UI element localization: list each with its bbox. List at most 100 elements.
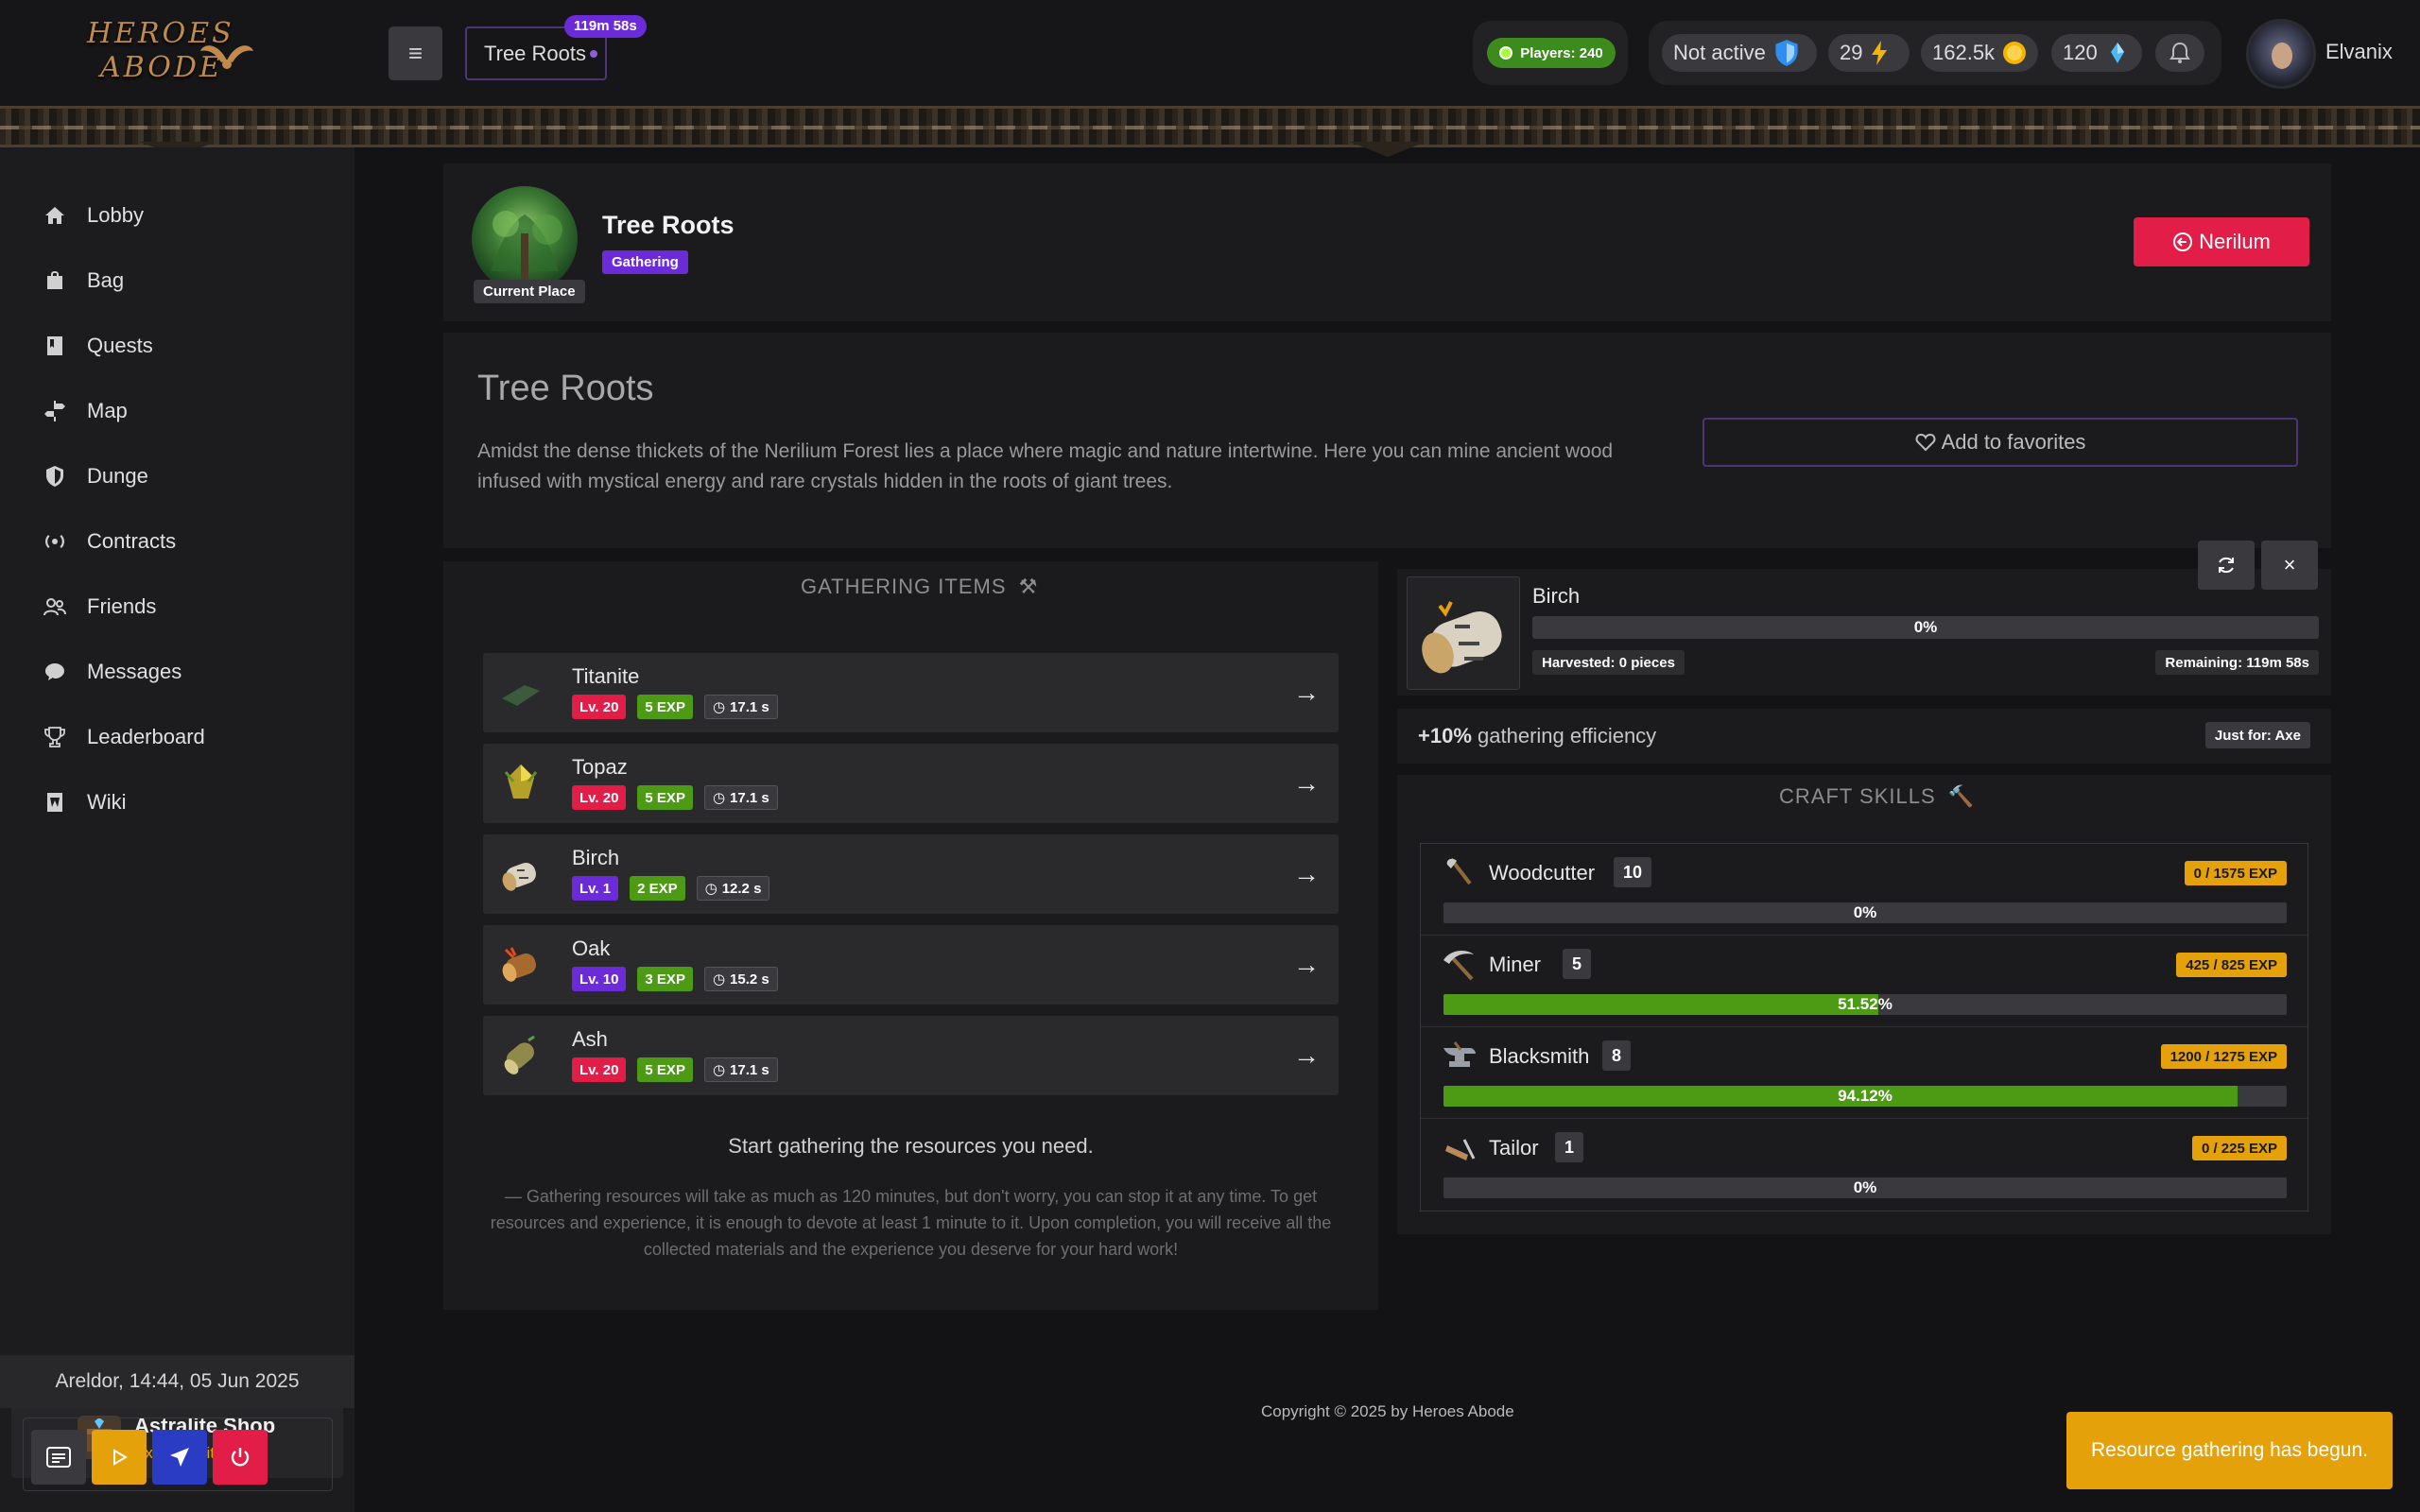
time-badge: ◷ 15.2 s xyxy=(703,967,778,991)
skill-exp: 0 / 225 EXP xyxy=(2191,1136,2287,1160)
level-badge: Lv. 20 xyxy=(572,1057,627,1082)
menu-toggle-button[interactable]: ≡ xyxy=(389,26,442,80)
sidebar-item-label: Friends xyxy=(87,594,157,618)
crystal-chip[interactable]: 120 xyxy=(2051,34,2142,72)
arrow-right-icon: → xyxy=(1293,950,1320,979)
sidebar-item-contracts[interactable]: Contracts xyxy=(43,523,176,560)
arrow-right-icon: → xyxy=(1293,1040,1320,1070)
notifications-button[interactable] xyxy=(2155,34,2204,72)
exp-badge: 5 EXP xyxy=(637,1057,693,1082)
gather-item-topaz[interactable]: Topaz Lv. 20 5 EXP ◷ 17.1 s → xyxy=(483,744,1339,823)
current-gather-card: Birch 0% Harvested: 0 pieces Remaining: … xyxy=(1397,569,2331,696)
bag-icon xyxy=(47,271,62,289)
arrow-right-icon: → xyxy=(1293,859,1320,888)
play-button[interactable] xyxy=(92,1430,147,1485)
sidebar-item-label: Quests xyxy=(87,334,153,357)
status-text: Not active xyxy=(1673,41,1766,64)
exp-badge: 5 EXP xyxy=(637,785,693,810)
sidebar-item-bag[interactable]: Bag xyxy=(43,262,124,300)
current-place-label: Current Place xyxy=(474,280,585,303)
decorative-border xyxy=(0,106,2420,147)
username[interactable]: Elvanix xyxy=(2325,40,2393,64)
skill-exp: 425 / 825 EXP xyxy=(2176,953,2287,977)
skill-progress-bar: 0% xyxy=(1443,902,2287,923)
time-value: 17.1 s xyxy=(730,789,769,806)
toast-notification[interactable]: Resource gathering has begun. xyxy=(2066,1412,2393,1489)
sidebar-item-label: Messages xyxy=(87,660,182,683)
gather-item-birch[interactable]: Birch Lv. 1 2 EXP ◷ 12.2 s → xyxy=(483,834,1339,914)
people-icon xyxy=(43,598,66,616)
sidebar-item-leaderboard[interactable]: Leaderboard xyxy=(43,718,205,756)
logout-button[interactable] xyxy=(213,1430,268,1485)
top-header: HEROES ABODE ≡ Tree Roots 119m 58s Playe… xyxy=(0,0,2420,106)
avatar[interactable] xyxy=(2246,19,2316,89)
gather-item-ash[interactable]: Ash Lv. 20 5 EXP ◷ 17.1 s → xyxy=(483,1016,1339,1095)
needle-icon xyxy=(1445,1139,1476,1160)
sidebar-item-dunge[interactable]: Dunge xyxy=(43,457,148,495)
decorative-spike xyxy=(1350,142,1426,157)
refresh-button[interactable] xyxy=(2198,541,2255,590)
place-title: Tree Roots xyxy=(602,211,735,239)
time-value: 17.1 s xyxy=(730,1061,769,1078)
add-to-favorites-button[interactable]: Add to favorites xyxy=(1703,418,2298,467)
wings-icon xyxy=(200,45,253,69)
chat-log-button[interactable] xyxy=(31,1430,86,1485)
level-badge: Lv. 1 xyxy=(572,876,619,901)
copyright-text: Copyright © 2025 by Heroes Abode xyxy=(1261,1402,1514,1420)
crystal-icon xyxy=(2110,43,2124,63)
chat-icon xyxy=(45,663,64,680)
item-name: Titanite xyxy=(572,664,640,688)
navigate-button[interactable] xyxy=(152,1430,207,1485)
sidebar-item-wiki[interactable]: Wiki xyxy=(43,783,127,821)
craft-skills-title: CRAFT SKILLS 🔨 xyxy=(1779,784,1975,809)
skill-row-miner: Miner 5 425 / 825 EXP 51.52% xyxy=(1421,936,2308,1027)
skill-level: 5 xyxy=(1563,949,1592,979)
place-tab-label: Tree Roots xyxy=(484,41,587,65)
crystal-value: 120 xyxy=(2063,41,2098,64)
sidebar-item-friends[interactable]: Friends xyxy=(43,588,156,626)
sidebar-item-messages[interactable]: Messages xyxy=(43,653,182,691)
topaz-icon xyxy=(504,765,538,799)
sidebar-item-map[interactable]: Map xyxy=(43,392,128,430)
gather-item-titanite[interactable]: Titanite Lv. 20 5 EXP ◷ 17.1 s → xyxy=(483,653,1339,732)
axe-icon xyxy=(1446,857,1472,885)
arrow-right-icon: → xyxy=(1293,678,1320,707)
game-logo[interactable]: HEROES ABODE xyxy=(87,17,257,93)
item-tags: Lv. 1 2 EXP ◷ 12.2 s xyxy=(572,876,770,901)
level-badge: Lv. 20 xyxy=(572,785,627,810)
shield-icon xyxy=(1775,40,1798,66)
arrow-right-icon: → xyxy=(1293,768,1320,798)
status-chip[interactable]: Not active xyxy=(1662,34,1817,72)
avatar-face xyxy=(2272,43,2292,69)
skill-level: 10 xyxy=(1614,857,1652,887)
level-badge: Lv. 10 xyxy=(572,967,627,991)
birch-log-icon xyxy=(1407,576,1520,690)
item-tags: Lv. 20 5 EXP ◷ 17.1 s xyxy=(572,695,778,719)
bell-icon xyxy=(2169,42,2190,63)
send-icon xyxy=(170,1448,189,1467)
skill-progress-label: 51.52% xyxy=(1838,995,1893,1013)
skill-row-blacksmith: Blacksmith 8 1200 / 1275 EXP 94.12% xyxy=(1421,1027,2308,1119)
energy-chip[interactable]: 29 xyxy=(1828,34,1910,72)
item-name: Topaz xyxy=(572,755,628,779)
shield-icon xyxy=(46,466,63,487)
harvested-count: Harvested: 0 pieces xyxy=(1532,650,1685,675)
gather-timer-badge: 119m 58s xyxy=(564,15,647,38)
gold-chip[interactable]: 162.5k xyxy=(1921,34,2038,72)
back-to-nerilum-button[interactable]: Nerilum xyxy=(2134,217,2309,266)
play-icon xyxy=(113,1449,128,1466)
arrow-left-circle-icon xyxy=(2173,232,2193,251)
gather-item-oak[interactable]: Oak Lv. 10 3 EXP ◷ 15.2 s → xyxy=(483,925,1339,1005)
clock-icon: ◷ xyxy=(712,699,726,715)
description-text: Amidst the dense thickets of the Neriliu… xyxy=(477,440,1614,492)
sidebar-item-quests[interactable]: Quests xyxy=(43,327,153,365)
close-icon: × xyxy=(2283,553,2296,576)
stop-gathering-button[interactable]: × xyxy=(2261,541,2318,590)
exp-badge: 3 EXP xyxy=(637,967,693,991)
book-icon xyxy=(47,336,62,355)
skill-name: Woodcutter xyxy=(1489,861,1596,885)
birch-log-icon xyxy=(502,863,536,891)
sidebar-item-lobby[interactable]: Lobby xyxy=(43,197,144,234)
favorite-label: Add to favorites xyxy=(1941,430,2086,454)
back-button-label: Nerilum xyxy=(2199,230,2271,253)
